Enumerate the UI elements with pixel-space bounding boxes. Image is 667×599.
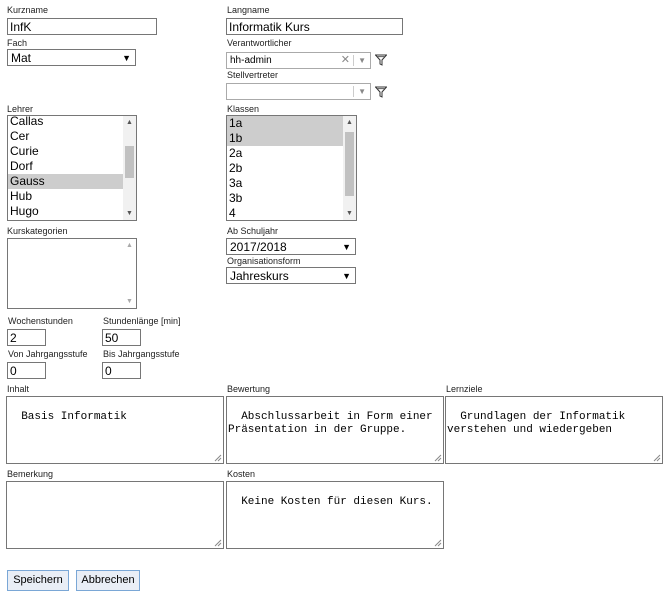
kurskategorien-listbox[interactable]: ▲ ▼ [7,238,137,309]
kosten-text: Keine Kosten für diesen Kurs. [241,496,433,508]
clear-x-icon[interactable]: ✕ [341,53,350,68]
klassen-listbox[interactable]: 1a 1b 2a 2b 3a 3b 4 ▲ ▼ [226,115,357,221]
kosten-label: Kosten [227,469,256,479]
lehrer-listbox[interactable]: Callas Cer Curie Dorf Gauss Hub Hugo ▲ ▼ [7,115,137,221]
lernziele-label: Lernziele [446,384,483,394]
combo-separator [353,86,354,97]
chevron-down-icon[interactable]: ▼ [358,84,366,99]
verantwortlicher-combobox[interactable]: hh-admin ✕ ▼ [226,52,371,69]
verantwortlicher-value: hh-admin [230,55,272,66]
kurzname-label: Kurzname [7,5,49,15]
langname-label: Langname [227,5,270,15]
organisationsform-select[interactable]: Jahreskurs ▼ [226,267,356,284]
stellvertreter-label: Stellvertreter [227,70,279,80]
funnel-filter-icon[interactable] [375,86,387,98]
wochenstunden-input[interactable]: 2 [7,329,46,346]
stundenlaenge-label: Stundenlänge [min] [103,316,181,326]
scrollbar[interactable]: ▲ ▼ [123,239,136,308]
organisationsform-label: Organisationsform [227,256,301,266]
scroll-up-icon[interactable]: ▲ [123,116,136,129]
bis-jahrgangsstufe-input[interactable]: 0 [102,362,141,379]
fach-value: Mat [11,51,32,65]
ab-schuljahr-value: 2017/2018 [230,240,287,254]
list-item-selected[interactable]: 1a [227,116,356,131]
scroll-up-icon[interactable]: ▲ [343,116,356,129]
inhalt-label: Inhalt [7,384,30,394]
scrollbar[interactable]: ▲ ▼ [123,116,136,220]
lernziele-textarea[interactable]: Grundlagen der Informatik verstehen und … [445,396,663,464]
list-item[interactable]: 3b [227,191,356,206]
resize-grip-icon[interactable] [434,454,442,462]
resize-grip-icon[interactable] [214,454,222,462]
list-item[interactable]: Callas [8,116,136,129]
list-item[interactable]: 2a [227,146,356,161]
scrollbar[interactable]: ▲ ▼ [343,116,356,220]
chevron-down-icon: ▼ [342,242,351,252]
bis-jahrgangsstufe-label: Bis Jahrgangsstufe [103,349,180,359]
chevron-down-icon[interactable]: ▼ [358,53,366,68]
kurskategorien-label: Kurskategorien [7,226,68,236]
scroll-up-icon[interactable]: ▲ [123,239,136,252]
bemerkung-textarea[interactable] [6,481,224,549]
klassen-label: Klassen [227,104,260,114]
bewertung-text: Abschlussarbeit in Form einer Präsentati… [228,411,440,436]
resize-grip-icon[interactable] [434,539,442,547]
save-button[interactable]: Speichern [7,570,69,591]
lernziele-text: Grundlagen der Informatik verstehen und … [447,411,632,436]
list-item[interactable]: Hugo [8,204,136,219]
scrollbar-thumb[interactable] [125,146,134,178]
kurzname-input[interactable]: InfK [7,18,157,35]
list-item[interactable]: Cer [8,129,136,144]
combo-separator [353,55,354,66]
kosten-textarea[interactable]: Keine Kosten für diesen Kurs. [226,481,444,549]
bewertung-label: Bewertung [227,384,271,394]
list-item[interactable]: Hub [8,189,136,204]
chevron-down-icon: ▼ [342,271,351,281]
fach-select[interactable]: Mat ▼ [7,49,136,66]
funnel-filter-icon[interactable] [375,54,387,66]
scroll-down-icon[interactable]: ▼ [343,207,356,220]
von-jahrgangsstufe-input[interactable]: 0 [7,362,46,379]
list-item[interactable]: 4 [227,206,356,220]
resize-grip-icon[interactable] [214,539,222,547]
list-item[interactable]: Curie [8,144,136,159]
organisationsform-value: Jahreskurs [230,269,289,283]
bewertung-textarea[interactable]: Abschlussarbeit in Form einer Präsentati… [226,396,444,464]
wochenstunden-label: Wochenstunden [8,316,73,326]
ab-schuljahr-label: Ab Schuljahr [227,226,279,236]
langname-input[interactable]: Informatik Kurs [226,18,403,35]
list-item-selected[interactable]: Gauss [8,174,136,189]
stundenlaenge-input[interactable]: 50 [102,329,141,346]
list-item-selected[interactable]: 1b [227,131,356,146]
fach-label: Fach [7,38,28,48]
list-item[interactable]: 2b [227,161,356,176]
von-jahrgangsstufe-label: Von Jahrgangsstufe [8,349,88,359]
list-item[interactable]: Dorf [8,159,136,174]
ab-schuljahr-select[interactable]: 2017/2018 ▼ [226,238,356,255]
lehrer-label: Lehrer [7,104,34,114]
stellvertreter-combobox[interactable]: ▼ [226,83,371,100]
scrollbar-thumb[interactable] [345,132,354,196]
list-item[interactable]: 3a [227,176,356,191]
scroll-down-icon[interactable]: ▼ [123,207,136,220]
inhalt-textarea[interactable]: Basis Informatik [6,396,224,464]
verantwortlicher-label: Verantwortlicher [227,38,292,48]
cancel-button[interactable]: Abbrechen [76,570,140,591]
resize-grip-icon[interactable] [653,454,661,462]
scroll-down-icon[interactable]: ▼ [123,295,136,308]
inhalt-text: Basis Informatik [21,411,127,423]
bemerkung-label: Bemerkung [7,469,54,479]
chevron-down-icon: ▼ [122,53,131,63]
